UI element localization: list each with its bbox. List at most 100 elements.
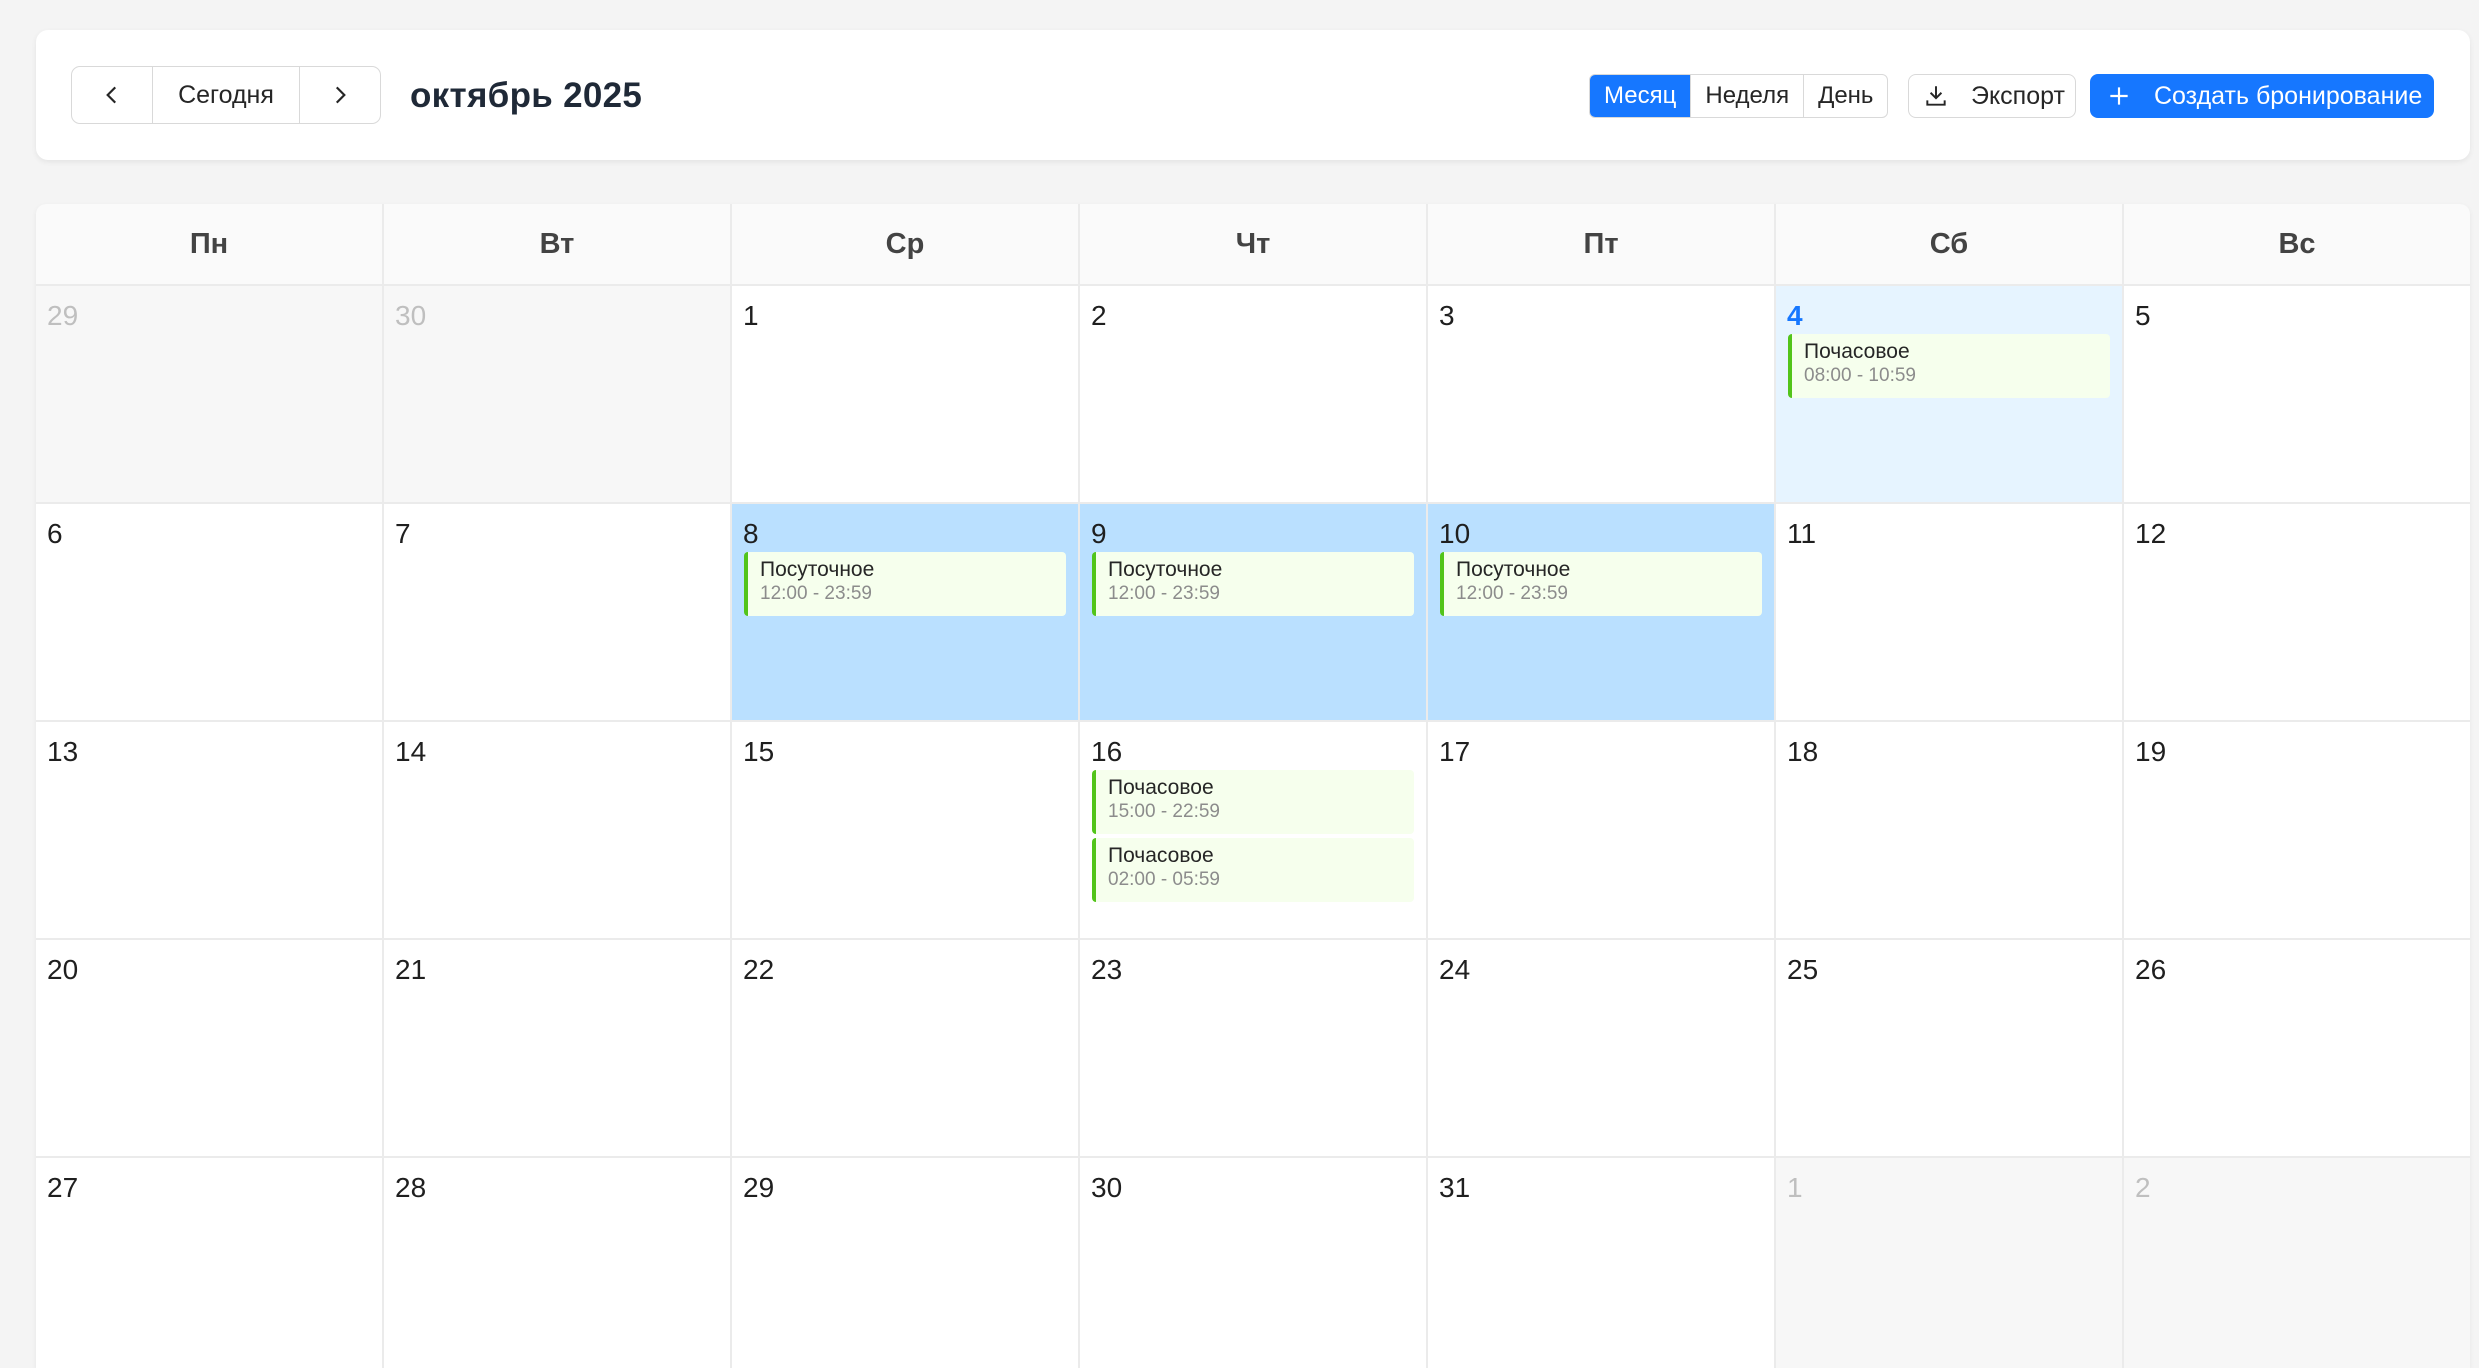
day-cell[interactable]: 29 [732,1158,1078,1368]
booking-title: Почасовое [1108,844,1214,867]
booking-title: Почасовое [1108,776,1214,799]
day-cell[interactable]: 10 Посуточное 12:00 - 23:59 [1428,504,1774,720]
calendar-toolbar: Сегодня октябрь 2025 Месяц Неделя День Э… [36,30,2470,160]
day-cell[interactable]: 30 [384,286,730,502]
day-number: 11 [1787,518,1817,549]
day-number: 1 [743,300,759,331]
day-cell[interactable]: 17 [1428,722,1774,938]
day-cell[interactable]: 20 [36,940,382,1156]
day-cell[interactable]: 19 [2124,722,2470,938]
day-cell[interactable]: 12 [2124,504,2470,720]
booking-time: 12:00 - 23:59 [1456,583,1568,604]
day-cell[interactable]: 29 [36,286,382,502]
day-number: 3 [1439,300,1455,331]
day-number: 20 [47,954,79,985]
month-title: октябрь 2025 [410,76,643,115]
booking-event[interactable]: Почасовое 02:00 - 05:59 [1092,838,1414,902]
day-cell[interactable]: 26 [2124,940,2470,1156]
day-cell[interactable]: 16 Почасовое 15:00 - 22:59 Почасовое 02:00 -… [1080,722,1426,938]
day-cell[interactable]: 11 [1776,504,2122,720]
weekday-header-mon: Пн [36,204,382,284]
day-number: 18 [1787,736,1819,767]
download-icon [1926,86,1946,106]
day-cell[interactable]: 2 [2124,1158,2470,1368]
day-number: 29 [47,300,79,331]
prev-month-button[interactable] [72,67,152,123]
booking-event[interactable]: Посуточное 12:00 - 23:59 [1092,552,1414,616]
view-month-button[interactable]: Месяц [1590,75,1691,117]
day-cell[interactable]: 2 [1080,286,1426,502]
booking-title: Посуточное [1456,558,1571,581]
day-number: 27 [47,1172,79,1203]
weekday-header-tue: Вт [384,204,730,284]
day-number: 4 [1787,300,1803,331]
day-cell[interactable]: 6 [36,504,382,720]
view-week-button[interactable]: Неделя [1690,75,1803,117]
day-number: 17 [1439,736,1471,767]
booking-event[interactable]: Посуточное 12:00 - 23:59 [744,552,1066,616]
day-cell[interactable]: 3 [1428,286,1774,502]
day-number: 24 [1439,954,1471,985]
day-cell[interactable]: 27 [36,1158,382,1368]
day-number: 28 [395,1172,427,1203]
day-cell[interactable]: 22 [732,940,1078,1156]
day-cell[interactable]: 4 Почасовое 08:00 - 10:59 [1776,286,2122,502]
day-cell[interactable]: 23 [1080,940,1426,1156]
booking-time: 08:00 - 10:59 [1804,365,1916,386]
next-month-button[interactable] [300,67,380,123]
export-button[interactable]: Экспорт [1908,74,2076,118]
day-number: 2 [2135,1172,2151,1203]
day-number: 15 [743,736,775,767]
day-number: 31 [1439,1172,1471,1203]
view-day-button[interactable]: День [1803,75,1887,117]
booking-event[interactable]: Почасовое 15:00 - 22:59 [1092,770,1414,834]
weekday-header-thu: Чт [1080,204,1426,284]
booking-time: 12:00 - 23:59 [760,583,872,604]
create-booking-label: Создать бронирование [2154,81,2423,110]
day-cell[interactable]: 1 [1776,1158,2122,1368]
booking-time: 15:00 - 22:59 [1108,801,1220,822]
day-cell[interactable]: 25 [1776,940,2122,1156]
booking-title: Посуточное [760,558,875,581]
day-cell[interactable]: 28 [384,1158,730,1368]
day-cell[interactable]: 30 [1080,1158,1426,1368]
day-cell[interactable]: 13 [36,722,382,938]
weekday-header-sat: Сб [1776,204,2122,284]
weekday-header-sun: Вс [2124,204,2470,284]
view-switcher: Месяц Неделя День [1589,74,1889,118]
chevron-left-icon [106,86,117,104]
day-number: 26 [2135,954,2167,985]
chevron-right-icon [335,86,346,104]
day-number: 2 [1091,300,1107,331]
day-number: 30 [1091,1172,1123,1203]
day-cell[interactable]: 8 Посуточное 12:00 - 23:59 [732,504,1078,720]
booking-event[interactable]: Посуточное 12:00 - 23:59 [1440,552,1762,616]
day-cell[interactable]: 31 [1428,1158,1774,1368]
today-button[interactable]: Сегодня [152,67,300,123]
create-booking-button[interactable]: Создать бронирование [2090,74,2434,118]
plus-icon [2110,87,2128,105]
day-number: 7 [395,518,411,549]
day-cell[interactable]: 14 [384,722,730,938]
navigation-group: Сегодня [71,66,381,124]
day-cell[interactable]: 21 [384,940,730,1156]
day-number: 23 [1091,954,1123,985]
day-number: 19 [2135,736,2167,767]
booking-title: Почасовое [1804,340,1910,363]
day-cell[interactable]: 7 [384,504,730,720]
day-cell[interactable]: 5 [2124,286,2470,502]
booking-time: 02:00 - 05:59 [1108,869,1220,890]
weekday-header: Пн Вт Ср Чт Пт Сб Вс [36,204,2470,284]
day-cell[interactable]: 1 [732,286,1078,502]
day-number: 21 [395,954,427,985]
day-number: 25 [1787,954,1819,985]
day-cell[interactable]: 9 Посуточное 12:00 - 23:59 [1080,504,1426,720]
day-cell[interactable]: 24 [1428,940,1774,1156]
day-cell[interactable]: 15 [732,722,1078,938]
weekday-header-fri: Пт [1428,204,1774,284]
booking-event[interactable]: Почасовое 08:00 - 10:59 [1788,334,2110,398]
day-number: 5 [2135,300,2151,331]
weekday-header-wed: Ср [732,204,1078,284]
day-cell[interactable]: 18 [1776,722,2122,938]
export-label: Экспорт [1971,81,2065,110]
